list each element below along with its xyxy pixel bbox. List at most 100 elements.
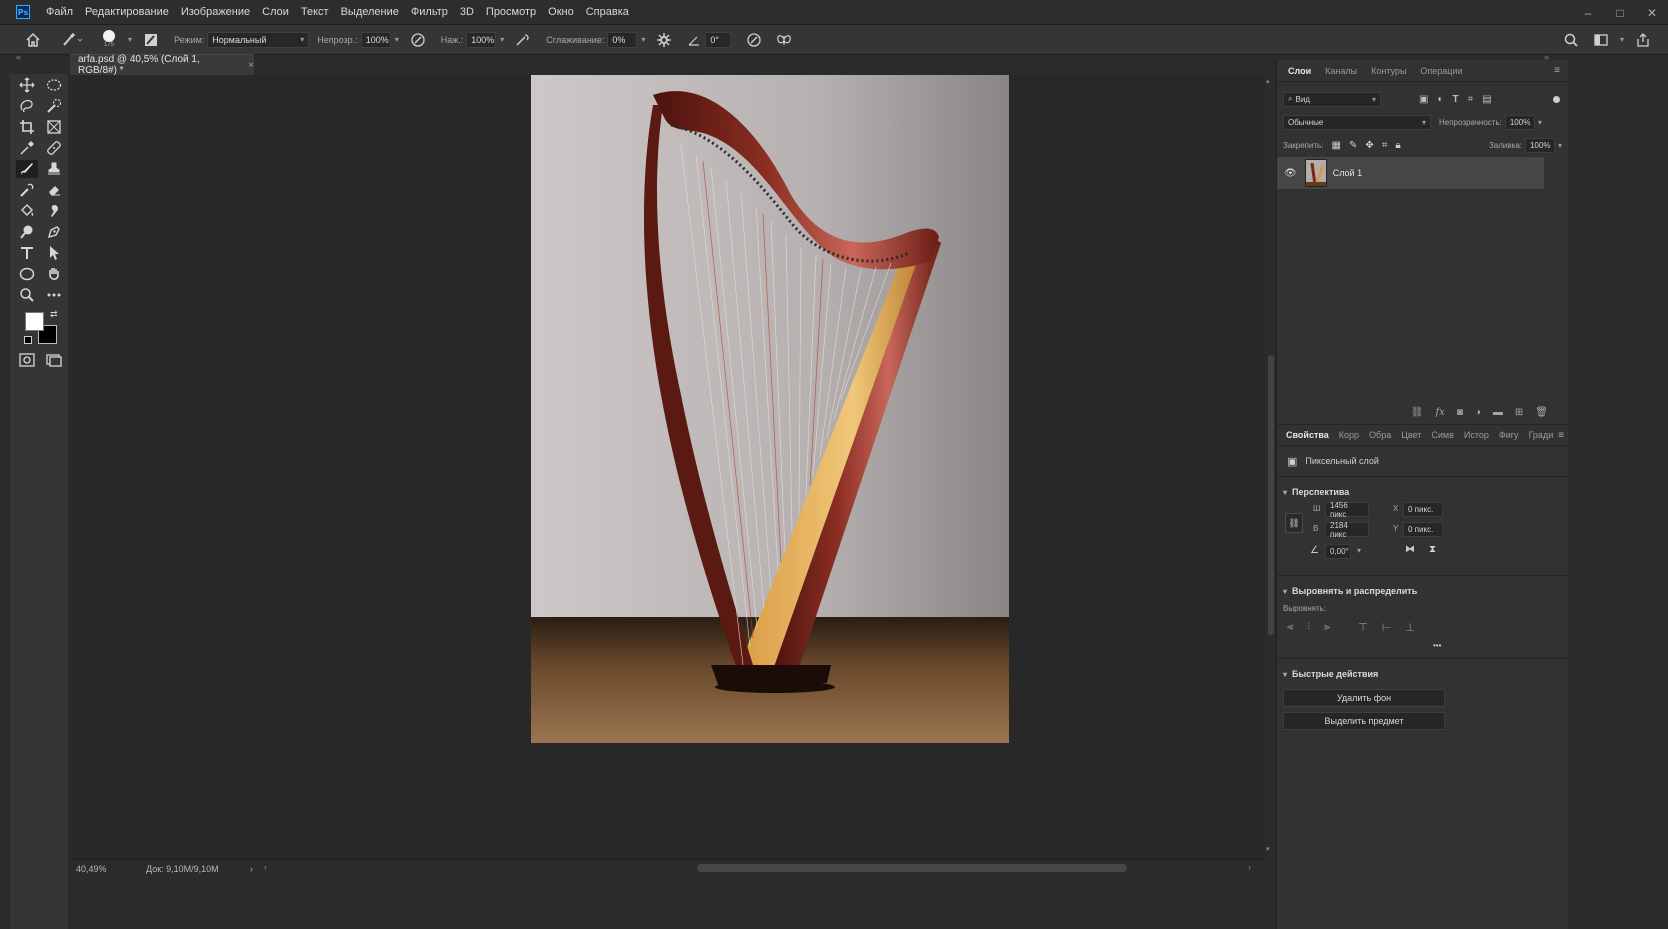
ellipse-tool-icon[interactable] [16, 265, 38, 283]
clone-stamp-tool-icon[interactable] [43, 160, 65, 178]
delete-layer-icon[interactable]: 🗑︎ [1535, 407, 1548, 418]
flip-horizontal-icon[interactable]: ⧓ [1405, 544, 1415, 555]
brush-tool-icon[interactable] [16, 160, 38, 178]
workspace-icon[interactable] [1592, 29, 1610, 51]
menu-image[interactable]: Изображение [175, 0, 256, 25]
menu-window[interactable]: Окно [542, 0, 580, 25]
maximize-button[interactable]: □ [1604, 0, 1636, 25]
chevron-down-icon[interactable]: ▾ [1620, 35, 1624, 44]
tab-paths[interactable]: Контуры [1364, 60, 1413, 82]
remove-background-button[interactable]: Удалить фон [1283, 689, 1445, 707]
tab-layers[interactable]: Слои [1281, 60, 1318, 82]
align-middle-vertical-icon[interactable]: ⊢ [1382, 621, 1392, 634]
dodge-tool-icon[interactable] [16, 223, 38, 241]
link-layers-icon[interactable]: ⛓︎ [1411, 407, 1424, 418]
new-adjustment-layer-icon[interactable]: ◑ [1475, 407, 1481, 418]
hand-tool-icon[interactable] [43, 265, 65, 283]
new-layer-icon[interactable]: ⊞ [1515, 407, 1523, 418]
close-document-icon[interactable]: × [248, 60, 254, 71]
layer-row[interactable]: 👁︎ Слой 1 [1277, 157, 1544, 189]
menu-file[interactable]: Файл [40, 0, 79, 25]
eye-visibility-icon[interactable]: 👁︎ [1284, 168, 1297, 179]
layer-blend-mode-select[interactable]: Обычные ▾ [1283, 114, 1431, 130]
lock-transparent-icon[interactable]: ▦ [1332, 140, 1341, 151]
filter-adjustment-icon[interactable]: ◐ [1437, 94, 1443, 105]
more-options-icon[interactable]: ••• [1433, 641, 1441, 650]
collapse-left-icon[interactable]: « [16, 52, 21, 62]
filter-shape-icon[interactable]: ⌗ [1468, 94, 1474, 105]
pressure-field[interactable]: 100% [466, 31, 497, 48]
tab-character[interactable]: Симв [1426, 424, 1459, 446]
zoom-tool-icon[interactable] [16, 286, 38, 304]
fx-icon[interactable]: fx [1435, 407, 1444, 418]
menu-filter[interactable]: Фильтр [405, 0, 454, 25]
move-tool-icon[interactable] [16, 76, 38, 94]
eyedropper-tool-icon[interactable] [16, 139, 38, 157]
airbrush-icon[interactable] [514, 29, 532, 51]
frame-tool-icon[interactable] [43, 118, 65, 136]
flip-vertical-icon[interactable]: ⧗ [1429, 544, 1436, 555]
chevron-down-icon[interactable]: ▾ [500, 35, 504, 44]
align-right-icon[interactable]: ⫸ [1324, 621, 1330, 634]
link-dimensions-icon[interactable]: ⛓︎ [1285, 513, 1303, 533]
swap-colors-icon[interactable]: ⇄ [50, 309, 58, 320]
more-tools-icon[interactable] [43, 286, 65, 304]
filter-pixel-icon[interactable]: ▣ [1419, 94, 1428, 105]
ellipse-marquee-tool-icon[interactable] [43, 76, 65, 94]
smudge-tool-icon[interactable] [43, 202, 65, 220]
menu-layers[interactable]: Слои [256, 0, 295, 25]
tab-history[interactable]: Истор [1459, 424, 1494, 446]
align-left-icon[interactable]: ⫷ [1287, 621, 1293, 634]
tab-color[interactable]: Цвет [1396, 424, 1426, 446]
tab-patterns[interactable]: Обра [1364, 424, 1396, 446]
chevron-down-icon[interactable]: ▾ [395, 35, 399, 44]
quick-actions-section-header[interactable]: ▾ Быстрые действия [1277, 665, 1568, 683]
new-group-icon[interactable]: ▬ [1493, 407, 1503, 418]
tab-gradients[interactable]: Гради [1524, 424, 1559, 446]
brush-size-picker[interactable]: 175 [100, 29, 118, 51]
lock-pixels-icon[interactable]: ✎ [1349, 140, 1357, 151]
layer-name[interactable]: Слой 1 [1333, 168, 1362, 178]
menu-select[interactable]: Выделение [335, 0, 405, 25]
chevron-down-icon[interactable]: ▾ [1558, 141, 1562, 150]
path-selection-tool-icon[interactable] [43, 244, 65, 262]
lock-position-icon[interactable]: ✥ [1365, 140, 1373, 151]
pressure-opacity-icon[interactable] [409, 29, 427, 51]
menu-help[interactable]: Справка [580, 0, 635, 25]
home-icon[interactable] [24, 29, 42, 51]
width-field[interactable]: 1456 пикс [1325, 501, 1369, 519]
zoom-level[interactable]: 40,49% [76, 864, 146, 874]
chevron-down-icon[interactable]: ▾ [1538, 118, 1542, 127]
menu-type[interactable]: Текст [295, 0, 335, 25]
tab-shapes[interactable]: Фигу [1494, 424, 1524, 446]
align-bottom-icon[interactable]: ⊥ [1405, 621, 1415, 634]
x-field[interactable]: 0 пикс. [1403, 502, 1443, 517]
paint-bucket-tool-icon[interactable] [16, 202, 38, 220]
vertical-scrollbar[interactable]: ▴ ▾ [1265, 75, 1276, 859]
filter-smart-object-icon[interactable]: ▤ [1482, 94, 1491, 105]
align-center-horizontal-icon[interactable]: ⫶ [1307, 621, 1310, 634]
align-section-header[interactable]: ▾ Выровнять и распределить [1277, 582, 1568, 600]
crop-tool-icon[interactable] [16, 118, 38, 136]
symmetry-butterfly-icon[interactable] [775, 29, 793, 51]
panel-menu-icon[interactable]: ≡ [1554, 65, 1560, 76]
pen-tool-icon[interactable] [43, 223, 65, 241]
foreground-color-swatch[interactable] [25, 312, 44, 331]
filter-toggle-icon[interactable] [1553, 95, 1560, 103]
fill-field[interactable]: 100% [1524, 137, 1555, 153]
type-tool-icon[interactable] [16, 244, 38, 262]
tab-actions[interactable]: Операции [1413, 60, 1469, 82]
layer-opacity-field[interactable]: 100% [1504, 114, 1535, 130]
scroll-up-icon[interactable]: ▴ [1266, 77, 1270, 85]
rotation-angle-field[interactable]: 0,00° [1325, 544, 1351, 559]
align-top-icon[interactable]: ⊤ [1358, 621, 1368, 634]
screen-mode-icon[interactable] [43, 351, 65, 369]
lasso-tool-icon[interactable] [16, 97, 38, 115]
add-mask-icon[interactable]: ◙ [1457, 407, 1463, 418]
quick-mask-icon[interactable] [16, 351, 38, 369]
default-colors-icon[interactable] [24, 336, 32, 344]
eraser-tool-icon[interactable] [43, 181, 65, 199]
scroll-right-icon[interactable]: › [1248, 862, 1251, 872]
blend-mode-select[interactable]: Нормальный ▾ [207, 31, 310, 48]
tab-properties[interactable]: Свойства [1281, 424, 1334, 446]
